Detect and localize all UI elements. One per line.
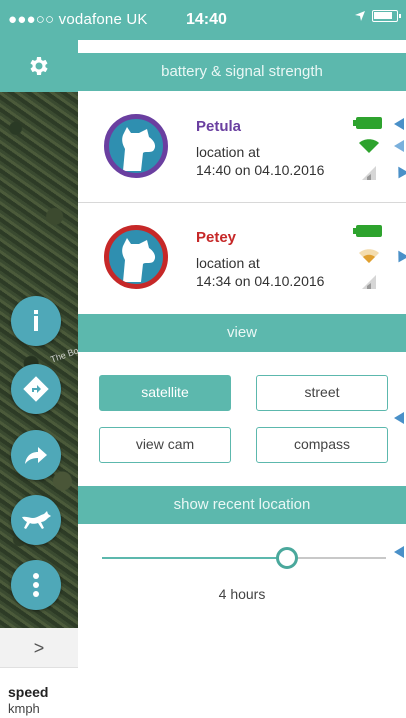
dog-head-icon: [122, 238, 156, 282]
battery-full-icon: [353, 225, 382, 237]
dog-card-petey[interactable]: Petey location at 14:34 on 04.10.2016: [78, 203, 406, 311]
status-icons: [354, 10, 401, 22]
status-bar: ●●●○○ vodafone UK 14:40: [0, 0, 406, 40]
cell-signal-icon: [362, 166, 376, 180]
cell-signal-icon: [362, 275, 376, 289]
dog-name: Petey: [196, 229, 237, 246]
view-section-header: view: [78, 314, 406, 352]
clock: 14:40: [186, 11, 227, 28]
recent-location-slider[interactable]: [102, 547, 386, 569]
location-timestamp: 14:40 on 04.10.2016: [196, 162, 325, 178]
share-arrow-icon: [25, 447, 47, 464]
slider-value-label: 4 hours: [218, 586, 266, 602]
dog-head-icon: [122, 127, 156, 171]
info-icon: [34, 310, 38, 331]
settings-button[interactable]: [0, 40, 78, 92]
directions-icon: [23, 376, 49, 402]
location-label: location at: [196, 144, 260, 160]
battery-full-icon: [353, 117, 382, 129]
location-timestamp: 14:34 on 04.10.2016: [196, 273, 325, 289]
wifi-icon: [359, 249, 379, 263]
battery-status-icon: [372, 10, 401, 22]
info-button[interactable]: [11, 296, 61, 346]
carrier-label: ●●●○○ vodafone UK: [8, 11, 148, 28]
pointer-arrow-icon: [394, 140, 404, 152]
directions-button[interactable]: [11, 364, 61, 414]
dog-avatar-petula: [104, 114, 168, 178]
dog-track-button[interactable]: [11, 495, 61, 545]
compass-button[interactable]: compass: [256, 427, 388, 463]
pointer-arrow-icon: [394, 546, 404, 558]
speed-label: speed: [8, 684, 49, 700]
recent-location-header: show recent location: [78, 486, 406, 524]
wifi-icon: [359, 139, 379, 153]
share-button[interactable]: [11, 430, 61, 480]
expand-chevron-button[interactable]: >: [0, 628, 78, 668]
dog-avatar-petey: [104, 225, 168, 289]
battery-section-header: battery & signal strength: [78, 53, 406, 91]
location-arrow-icon: [355, 11, 365, 21]
dog-card-petula[interactable]: Petula location at 14:40 on 04.10.2016: [78, 94, 406, 202]
view-cam-button[interactable]: view cam: [99, 427, 231, 463]
satellite-button[interactable]: satellite: [99, 375, 231, 411]
slider-fill: [102, 557, 287, 559]
slider-thumb[interactable]: [275, 547, 298, 569]
pointer-arrow-icon: [394, 412, 404, 424]
gear-icon: [30, 57, 48, 75]
running-dog-icon: [22, 511, 51, 529]
street-button[interactable]: street: [256, 375, 388, 411]
settings-panel: battery & signal strength Petula locatio…: [78, 40, 406, 718]
location-label: location at: [196, 255, 260, 271]
more-options-button[interactable]: [11, 560, 61, 610]
more-vert-icon: [33, 573, 39, 597]
dog-name: Petula: [196, 118, 242, 135]
pointer-arrow-icon: [394, 118, 404, 130]
speed-unit: kmph: [8, 701, 40, 716]
